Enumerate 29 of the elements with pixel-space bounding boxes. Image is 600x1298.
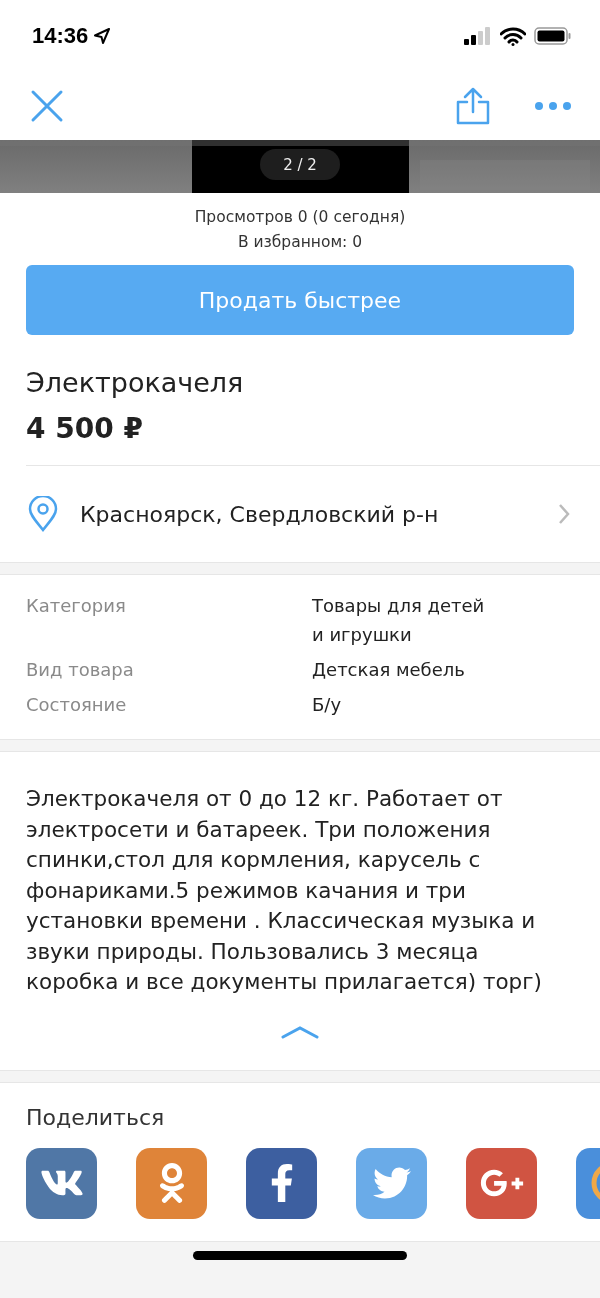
location-arrow-icon <box>94 28 111 44</box>
share-service-button[interactable] <box>246 1147 317 1219</box>
description-text: Электрокачеля от 0 до 12 кг. Работает от электросети и батареек. Три положения спинки,стол для кормления, карусель с фонариками.5 режимов качания и три установки времени . Классическая музыка и звуки природы. Пользовались 3 месяца коробка и все документы прилагается) торг) <box>25 785 543 996</box>
image-counter: 2 / 2 <box>260 149 340 180</box>
location-row[interactable]: Красноярск, Свердловский р-н <box>0 466 600 562</box>
param-value: Товары для детей и игрушки <box>312 594 486 647</box>
clock-time: 14:36 <box>32 23 89 49</box>
views-text: В избранном: 0 <box>237 232 363 253</box>
listing-title: Электрокачеля <box>25 366 245 398</box>
share-title: Поделиться <box>26 1104 166 1130</box>
share-service-button[interactable] <box>26 1147 97 1219</box>
param-label: Состояние <box>26 693 128 717</box>
close-button[interactable] <box>30 89 64 123</box>
location-text: Красноярск, Свердловский р-н <box>80 501 440 527</box>
views-text: Просмотров 0 (0 сегодня) <box>194 207 406 228</box>
param-label: Категория <box>26 594 127 618</box>
share-service-button[interactable] <box>466 1147 537 1219</box>
wifi-icon <box>500 26 526 46</box>
share-service-button[interactable] <box>136 1147 207 1219</box>
param-value: Б/у <box>312 693 343 717</box>
param-label: Вид товара <box>26 658 135 682</box>
more-button[interactable] <box>534 101 572 111</box>
chevron-right-icon <box>558 503 570 525</box>
param-value: Детская мебель <box>312 658 466 682</box>
price: 4 500 ₽ <box>25 411 144 447</box>
share-button[interactable] <box>456 87 490 125</box>
battery-icon <box>534 27 572 45</box>
location-pin-icon <box>28 496 58 532</box>
signal-icon <box>464 27 492 45</box>
